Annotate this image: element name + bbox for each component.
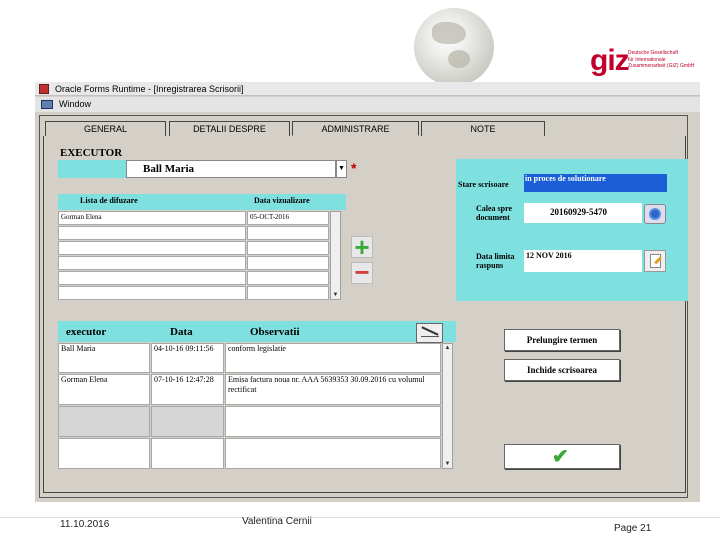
- table-cell[interactable]: [225, 406, 441, 437]
- column-header-data: Data: [170, 326, 193, 338]
- table-cell[interactable]: 07-10-16 12:47:28: [151, 374, 224, 405]
- tab-note[interactable]: NOTE: [421, 121, 545, 136]
- executor-table-header: executor Data Observatii: [58, 321, 456, 343]
- table-cell[interactable]: Ball Maria: [58, 343, 150, 373]
- search-icon[interactable]: [644, 204, 666, 224]
- checkmark-icon: ✔: [552, 446, 569, 468]
- menu-item-window[interactable]: Window: [59, 99, 91, 109]
- prelungire-termen-button[interactable]: Prelungire termen: [504, 329, 620, 351]
- required-mark: *: [351, 160, 357, 176]
- executor-select-value[interactable]: Ball Maria: [126, 160, 336, 178]
- table-cell[interactable]: [247, 226, 329, 240]
- footer-date: 11.10.2016: [60, 519, 110, 530]
- table-cell[interactable]: conform legislatie: [225, 343, 441, 373]
- executor-table-scrollbar[interactable]: ▲ ▼: [442, 343, 453, 469]
- executor-label: EXECUTOR: [60, 147, 123, 159]
- menu-bar: Window: [35, 97, 700, 112]
- search-lens: [649, 208, 661, 220]
- giz-line: Zusammenarbeit (GIZ) GmbH: [628, 63, 695, 69]
- window-title: Oracle Forms Runtime - [Inregistrarea Sc…: [55, 84, 244, 94]
- tab-administrare[interactable]: ADMINISTRARE: [292, 121, 419, 136]
- app-icon: [39, 84, 49, 94]
- globe-land-decoration: [448, 50, 470, 68]
- calea-label-line: document: [476, 213, 510, 222]
- oracle-forms-window: Oracle Forms Runtime - [Inregistrarea Sc…: [35, 82, 700, 502]
- column-header-lista: Lista de difuzare: [80, 196, 138, 205]
- data-limita-label-line: raspuns: [476, 261, 504, 270]
- scroll-down-icon[interactable]: ▼: [331, 292, 340, 298]
- executor-select[interactable]: Ball Maria ▼: [58, 160, 347, 178]
- table-cell[interactable]: [151, 406, 224, 437]
- footer-divider: [0, 517, 720, 518]
- data-limita-label-line: Data limita: [476, 252, 515, 261]
- table-cell[interactable]: [58, 271, 246, 285]
- giz-logo: giz: [590, 44, 630, 77]
- table-cell[interactable]: [58, 406, 150, 437]
- globe-land-decoration: [432, 22, 466, 44]
- table-cell[interactable]: 05-OCT-2016: [247, 211, 329, 225]
- table-cell[interactable]: 04-10-16 09:11:56: [151, 343, 224, 373]
- table-cell[interactable]: [151, 438, 224, 469]
- column-header-observatii: Observatii: [250, 326, 300, 338]
- edit-underline: [421, 336, 439, 337]
- difuzare-header: Lista de difuzare Data vizualizare: [58, 194, 346, 210]
- footer-page-number: Page 21: [614, 523, 652, 534]
- presentation-slide: giz Deutsche Gesellschaft für Internatio…: [0, 0, 720, 540]
- globe-decoration: [414, 8, 494, 86]
- table-cell[interactable]: [247, 241, 329, 255]
- table-cell[interactable]: [58, 256, 246, 270]
- table-cell[interactable]: [58, 226, 246, 240]
- chevron-down-icon[interactable]: ▼: [336, 160, 347, 178]
- column-header-data-vizualizare: Data vizualizare: [254, 196, 310, 205]
- calea-label: Calea spre document: [476, 204, 512, 222]
- scroll-down-icon[interactable]: ▼: [443, 461, 452, 467]
- calea-field[interactable]: 20160929-5470: [524, 203, 642, 223]
- window-title-bar: Oracle Forms Runtime - [Inregistrarea Sc…: [35, 82, 700, 96]
- difuzare-scrollbar[interactable]: ▼: [330, 211, 341, 300]
- ok-button[interactable]: ✔: [504, 444, 620, 469]
- window-menu-icon[interactable]: [41, 100, 53, 109]
- giz-logo-text: Deutsche Gesellschaft für Internationale…: [628, 50, 718, 70]
- stare-label: Stare scrisoare: [458, 180, 509, 189]
- administrare-panel: EXECUTOR Ball Maria ▼ * Lista de difuzar…: [43, 136, 688, 493]
- data-limita-field[interactable]: 12 NOV 2016: [524, 250, 642, 272]
- inchide-scrisoarea-button[interactable]: Inchide scrisoarea: [504, 359, 620, 381]
- table-cell[interactable]: Emisa factura noua nr. AAA 5639353 30.09…: [225, 374, 441, 405]
- footer-author: Valentina Cernii: [242, 516, 312, 527]
- edit-note-icon[interactable]: [416, 323, 443, 343]
- tab-detalii-expeditor[interactable]: DETALII DESPRE EXPEDITOR: [169, 121, 290, 148]
- column-header-executor: executor: [66, 326, 107, 338]
- table-cell[interactable]: Gorman Elena: [58, 374, 150, 405]
- calendar-icon[interactable]: [644, 250, 666, 272]
- tab-general[interactable]: GENERAL: [45, 121, 166, 136]
- status-panel: Stare scrisoare in proces de solutionare…: [456, 159, 688, 301]
- table-cell[interactable]: [58, 438, 150, 469]
- calea-label-line: Calea spre: [476, 204, 513, 213]
- table-cell[interactable]: [247, 271, 329, 285]
- executor-select-spacer: [58, 160, 126, 178]
- table-cell[interactable]: Gorman Elena: [58, 211, 246, 225]
- data-limita-label: Data limita raspuns: [476, 252, 514, 270]
- table-cell[interactable]: [58, 241, 246, 255]
- scroll-up-icon[interactable]: ▲: [443, 345, 452, 351]
- table-cell[interactable]: [247, 286, 329, 300]
- edit-stroke: [421, 326, 439, 336]
- form-frame: GENERAL DETALII DESPRE EXPEDITOR ADMINIS…: [39, 115, 688, 498]
- table-cell[interactable]: [225, 438, 441, 469]
- remove-icon[interactable]: −: [351, 259, 373, 285]
- stare-field[interactable]: in proces de solutionare: [524, 174, 667, 192]
- table-cell[interactable]: [58, 286, 246, 300]
- add-icon[interactable]: +: [351, 234, 373, 260]
- table-cell[interactable]: [247, 256, 329, 270]
